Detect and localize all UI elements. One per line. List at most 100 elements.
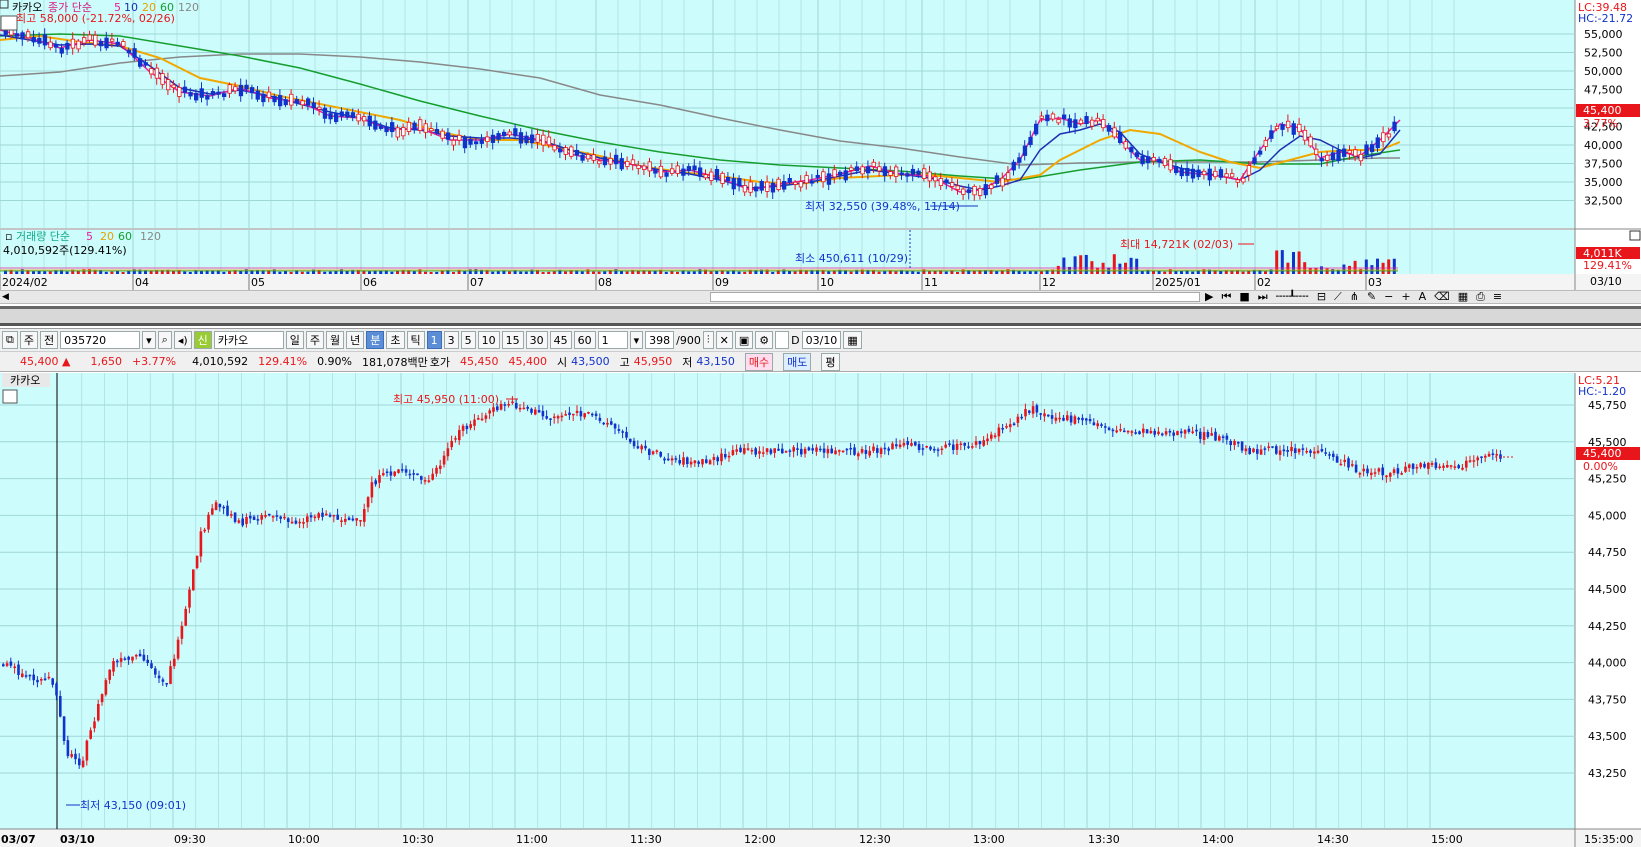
avg-button[interactable]: 평 <box>821 352 840 371</box>
minute-chart[interactable]: 카카오 최고 45,950 (11:00) 최저 43,150 (09:01) … <box>0 373 1641 847</box>
week-toggle[interactable]: 주 <box>19 331 38 349</box>
search-icon[interactable]: ⌕ <box>157 331 172 349</box>
minute-candle <box>496 406 499 411</box>
minute-candle <box>1214 431 1217 441</box>
minute-candle <box>173 658 176 667</box>
minute-candle <box>230 514 233 516</box>
minute-15[interactable]: 15 <box>501 331 524 349</box>
minute-candle <box>233 512 237 522</box>
overlay-icon[interactable]: ⊟ <box>1317 290 1326 304</box>
settings-gear-icon[interactable]: ⚙ <box>755 331 774 349</box>
minute-candle <box>1389 473 1392 477</box>
grid-icon[interactable]: ▦ <box>1458 290 1468 304</box>
volume-bar <box>877 271 881 274</box>
period-tick[interactable]: 틱 <box>406 331 425 349</box>
multiplier-dropdown-icon[interactable]: ▾ <box>629 331 644 349</box>
play-icon[interactable]: ▶ <box>1205 290 1213 304</box>
fork-icon[interactable]: ⋔ <box>1350 290 1359 304</box>
buy-button[interactable]: 매수 <box>744 352 774 371</box>
volume-bar <box>737 271 741 274</box>
minute-candle <box>1434 462 1438 469</box>
chart-scrollbar[interactable]: ◀ ▶ ⏮ ■ ⏭ ╌╌┸╌╌ ⊟ ⟋ ⋔ ✎ − + A ⌫ ▦ ⎙ ≡ <box>0 290 1641 304</box>
daily-candle <box>793 181 798 185</box>
minute-candle <box>579 411 583 417</box>
minus-icon[interactable]: − <box>1384 290 1393 304</box>
period-minute[interactable]: 분 <box>366 331 385 349</box>
date-input[interactable]: 03/10 <box>801 331 842 349</box>
text-tool-icon[interactable]: A <box>1419 290 1427 304</box>
period-day[interactable]: 일 <box>285 331 304 349</box>
minute-5[interactable]: 5 <box>460 331 476 349</box>
period-second[interactable]: 초 <box>386 331 405 349</box>
minute-candle <box>860 449 864 453</box>
plus-icon[interactable]: + <box>1401 290 1410 304</box>
close-pane-icon[interactable] <box>1629 230 1641 241</box>
minute-calendar-icon[interactable] <box>2 389 18 404</box>
minute-candle <box>370 482 374 498</box>
multiplier-select[interactable]: 1 <box>597 331 628 349</box>
minute-candle <box>1347 458 1350 468</box>
volume-value: 4,010,592주(129.41%) <box>3 244 127 257</box>
sell-button[interactable]: 매도 <box>783 352 812 371</box>
period-week[interactable]: 주 <box>305 331 325 349</box>
time-axis-bg <box>0 829 1641 847</box>
minute-candle <box>655 450 659 452</box>
indicator-icon[interactable]: ⫶ <box>702 331 714 349</box>
count-input[interactable]: 398 <box>645 331 675 349</box>
daily-candle <box>681 168 686 176</box>
print-icon[interactable]: ⎙ <box>1476 290 1485 304</box>
minute-candle <box>1491 453 1495 456</box>
stock-code-input[interactable]: 035720 <box>60 331 141 349</box>
minute-60[interactable]: 60 <box>573 331 596 349</box>
scroll-thumb[interactable] <box>710 292 1200 302</box>
zoom-slider-icon[interactable]: ╌╌┸╌╌ <box>1276 290 1309 304</box>
daily-candle <box>154 67 160 79</box>
pane-splitter[interactable] <box>0 306 1641 326</box>
menu-icon[interactable]: ≡ <box>1493 290 1502 304</box>
calendar-icon[interactable] <box>0 15 18 31</box>
daily-candle <box>423 123 428 133</box>
minute-candle <box>1328 454 1331 456</box>
minute-candle <box>1453 466 1457 468</box>
daily-chart[interactable]: 카카오 종가 단순 5 10 20 60 120 최고 58,000 (-21.… <box>0 0 1641 290</box>
minute-1[interactable]: 1 <box>426 331 442 349</box>
daily-candle <box>121 41 126 47</box>
period-year[interactable]: 년 <box>346 331 365 349</box>
sound-icon[interactable]: ◂) <box>173 331 192 349</box>
minute-3[interactable]: 3 <box>443 331 459 349</box>
minute-candle <box>249 515 252 519</box>
minute-45[interactable]: 45 <box>549 331 572 349</box>
link-icon[interactable]: ⧉ <box>2 331 18 349</box>
date-checkbox[interactable] <box>775 331 790 349</box>
time-label: 12:00 <box>744 833 776 846</box>
pane-menu-icon[interactable] <box>0 0 9 9</box>
minute-candle <box>933 448 936 451</box>
daily-candle <box>367 115 372 127</box>
eraser-icon[interactable]: ⌫ <box>1434 290 1450 304</box>
minute-30[interactable]: 30 <box>525 331 548 349</box>
prev-button[interactable]: 전 <box>39 331 59 349</box>
rewind-icon[interactable]: ⏮ <box>1221 290 1231 304</box>
daily-candle <box>1308 136 1313 147</box>
daily-candle <box>546 136 552 146</box>
calendar-picker-icon[interactable]: ▦ <box>843 331 862 349</box>
minute-candle <box>739 447 742 452</box>
minute-candle <box>340 520 343 522</box>
code-dropdown-icon[interactable]: ▾ <box>142 331 156 349</box>
crosshair-icon[interactable]: ✕ <box>715 331 733 349</box>
stop-icon[interactable]: ■ <box>1239 290 1249 304</box>
minute-candle <box>40 679 43 681</box>
minute-10[interactable]: 10 <box>477 331 500 349</box>
daily-candle <box>490 134 496 143</box>
trend-line-icon[interactable]: ⟋ <box>1334 290 1342 304</box>
pencil-icon[interactable]: ✎ <box>1367 290 1376 304</box>
save-icon[interactable]: ▣ <box>734 331 754 349</box>
period-month[interactable]: 월 <box>326 331 345 349</box>
minute-candle <box>431 473 434 480</box>
trade-volume: 4,010,592 <box>192 355 249 368</box>
forward-icon[interactable]: ⏭ <box>1258 290 1268 304</box>
daily-candle <box>1381 132 1386 143</box>
daily-candle <box>389 122 395 133</box>
stock-name-field[interactable]: 카카오 <box>213 331 284 349</box>
scroll-left-icon[interactable]: ◀ <box>2 292 9 302</box>
